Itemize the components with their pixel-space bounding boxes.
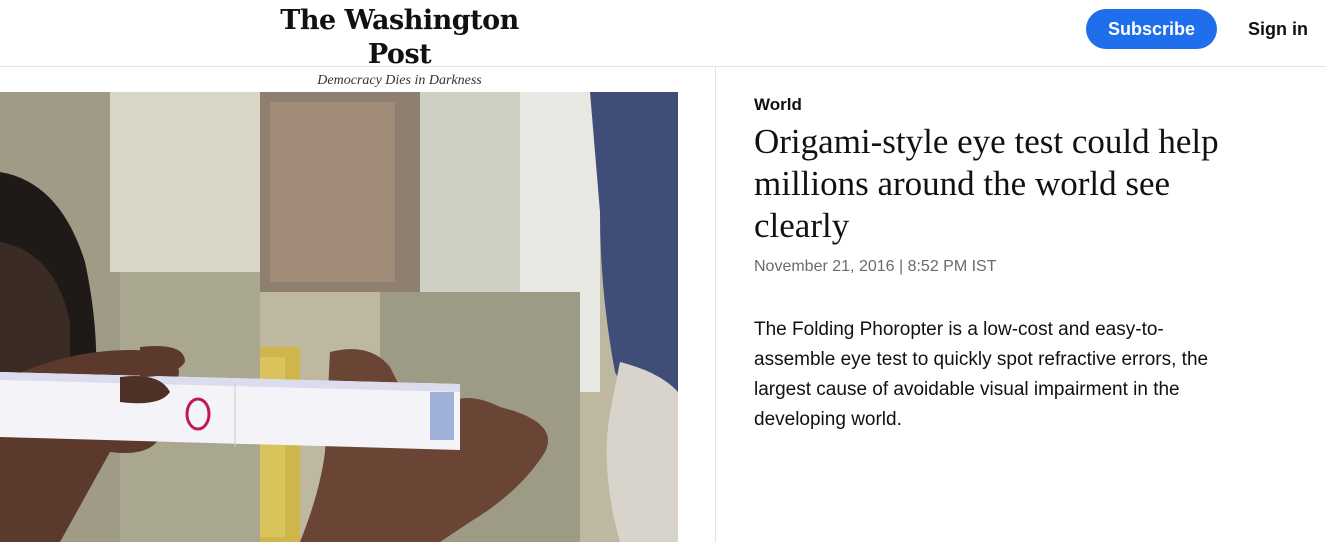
subscribe-button[interactable]: Subscribe [1086, 9, 1217, 49]
brand-logo[interactable]: The Washington Post Democracy Dies in Da… [262, 4, 537, 90]
article-teaser: World Origami-style eye test could help … [754, 95, 1254, 435]
site-title: The Washington Post [280, 5, 519, 70]
section-label[interactable]: World [754, 95, 1254, 115]
article-summary: The Folding Phoropter is a low-cost and … [754, 319, 1209, 430]
site-header: The Washington Post Democracy Dies in Da… [0, 0, 1326, 88]
column-divider [715, 67, 716, 542]
sign-in-link[interactable]: Sign in [1236, 17, 1320, 41]
article-photo[interactable] [0, 92, 678, 542]
site-tagline: Democracy Dies in Darkness [317, 73, 482, 88]
article-timestamp: November 21, 2016 | 8:52 PM IST [754, 258, 997, 275]
photo-illustration [0, 92, 678, 542]
article-headline[interactable]: Origami-style eye test could help millio… [754, 121, 1234, 247]
